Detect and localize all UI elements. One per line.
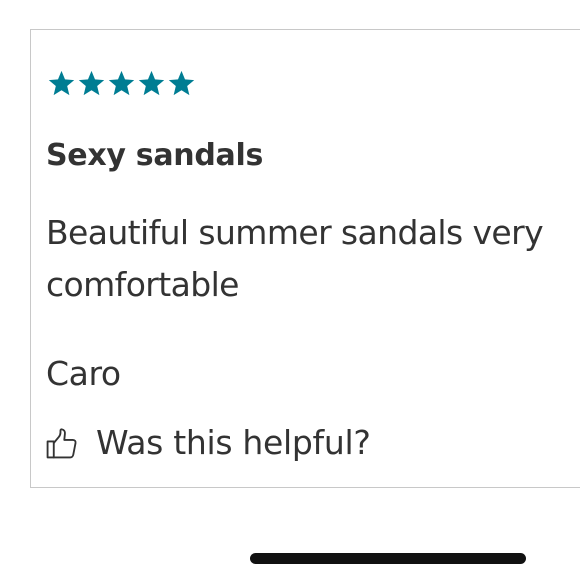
review-title: Sexy sandals	[46, 138, 264, 173]
review-card: Sexy sandals Beautiful summer sandals ve…	[30, 29, 580, 488]
helpful-label[interactable]: Was this helpful?	[96, 421, 371, 465]
helpful-button[interactable]: Was this helpful?	[45, 421, 371, 465]
star-icon	[107, 69, 136, 98]
star-icon	[77, 69, 106, 98]
home-indicator[interactable]	[250, 553, 526, 564]
star-icon	[47, 69, 76, 98]
review-body: Beautiful summer sandals very comfortabl…	[46, 213, 544, 304]
thumbs-up-icon[interactable]	[45, 427, 78, 460]
star-icon	[167, 69, 196, 98]
reviewer-name: Caro	[46, 354, 121, 393]
star-icon	[137, 69, 166, 98]
star-rating	[47, 68, 196, 98]
